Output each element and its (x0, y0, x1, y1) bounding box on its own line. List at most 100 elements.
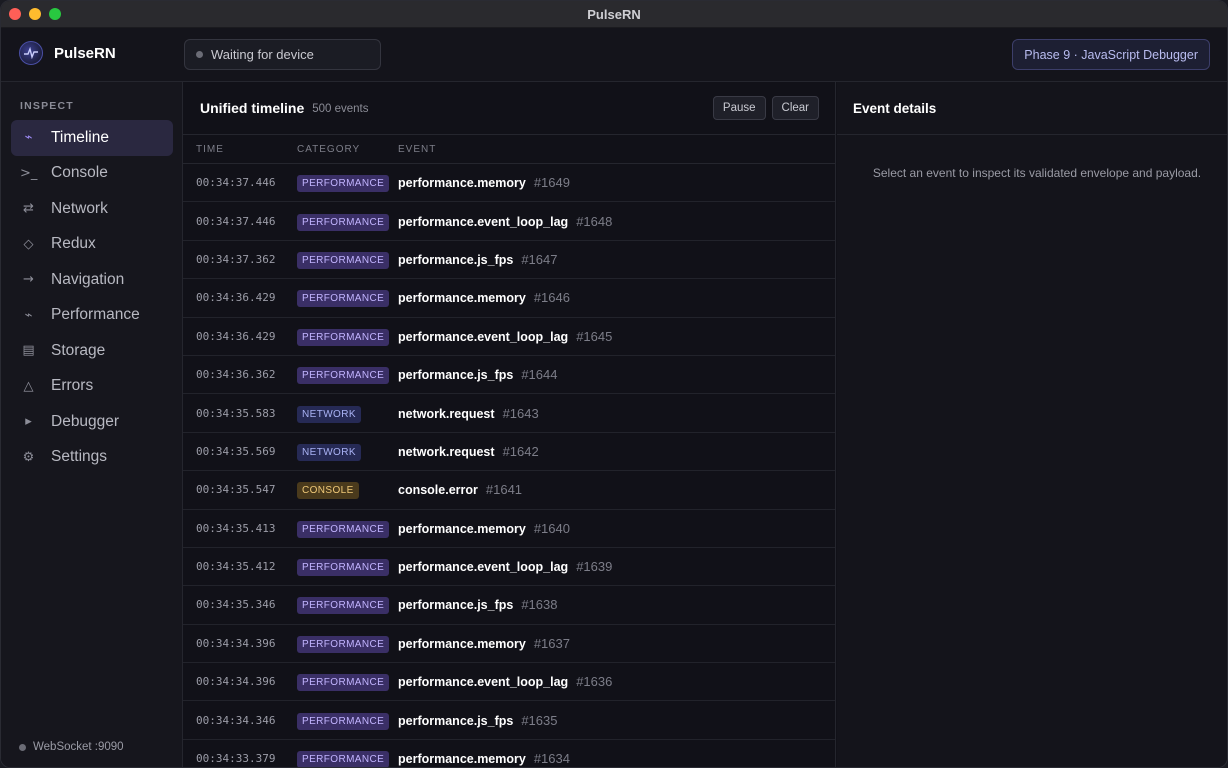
timeline-panel: Unified timeline 500 events Pause Clear … (183, 82, 836, 767)
table-row[interactable]: 00:34:34.346 PERFORMANCE performance.js_fp… (183, 701, 835, 740)
sidebar-item-performance[interactable]: ⌁ Performance (11, 298, 173, 334)
event-time: 00:34:35.412 (196, 560, 276, 574)
sidebar-item-debugger[interactable]: ▸ Debugger (11, 404, 173, 440)
event-name: performance.event_loop_lag (398, 560, 569, 575)
column-header-event[interactable]: EVENT (398, 144, 835, 155)
close-window-button[interactable] (9, 8, 21, 20)
category-cell: PERFORMANCE (297, 519, 398, 538)
column-header-time[interactable]: TIME (183, 144, 297, 155)
event-name: performance.memory (398, 176, 526, 191)
storage-icon: ▤ (22, 343, 35, 359)
category-badge: PERFORMANCE (297, 712, 390, 730)
event-cell: performance.memory #1649 (398, 175, 835, 190)
sidebar-item-label: Settings (51, 448, 108, 466)
sidebar-item-console[interactable]: >_ Console (11, 156, 173, 192)
pulse-icon: ⌁ (24, 307, 33, 323)
event-time: 00:34:37.446 (196, 176, 276, 190)
arrows-exchange-icon: ⇄ (23, 201, 34, 217)
table-row[interactable]: 00:34:35.412 PERFORMANCE performance.event… (183, 548, 835, 587)
table-row[interactable]: 00:34:36.362 PERFORMANCE performance.js_fp… (183, 356, 835, 395)
sidebar-item-errors[interactable]: △ Errors (11, 369, 173, 405)
event-name: performance.js_fps (398, 598, 514, 613)
event-name: network.request (398, 406, 495, 421)
event-cell: performance.js_fps #1647 (398, 252, 835, 267)
event-name: performance.js_fps (398, 252, 514, 267)
sidebar-item-label: Redux (51, 235, 96, 253)
clear-button[interactable]: Clear (771, 96, 819, 120)
event-name: performance.js_fps (398, 713, 514, 728)
event-id: #1643 (502, 405, 539, 421)
table-row[interactable]: 00:34:35.583 NETWORK network.request #1643 (183, 394, 835, 433)
event-time: 00:34:33.379 (196, 752, 276, 766)
sidebar-item-settings[interactable]: ⚙ Settings (11, 440, 173, 476)
sidebar-item-label: Navigation (51, 270, 125, 288)
table-row[interactable]: 00:34:36.429 PERFORMANCE performance.memor… (183, 279, 835, 318)
sidebar-item-label: Timeline (51, 128, 109, 146)
category-cell: PERFORMANCE (297, 173, 398, 193)
window-title: PulseRN (587, 6, 641, 22)
table-row[interactable]: 00:34:36.429 PERFORMANCE performance.event… (183, 318, 835, 356)
sidebar-item-label: Errors (51, 377, 94, 395)
pulse-icon: ⌁ (24, 130, 33, 146)
pause-button[interactable]: Pause (712, 96, 766, 120)
sidebar-item-label: Debugger (51, 412, 120, 430)
category-cell: PERFORMANCE (297, 212, 398, 231)
event-cell: performance.js_fps #1638 (398, 597, 835, 612)
event-cell: performance.event_loop_lag #1636 (398, 674, 835, 689)
details-title: Event details (837, 82, 1227, 135)
device-status-indicator[interactable]: Waiting for device (184, 39, 381, 70)
event-id: #1635 (521, 712, 558, 728)
category-badge: PERFORMANCE (297, 175, 390, 193)
timeline-rows: 00:34:37.446 PERFORMANCE performance.memor… (183, 164, 835, 767)
sidebar-item-navigation[interactable]: → Navigation (11, 262, 173, 298)
table-row[interactable]: 00:34:37.446 PERFORMANCE performance.event… (183, 202, 835, 241)
phase-badge[interactable]: Phase 9 · JavaScript Debugger (1012, 39, 1210, 70)
event-time: 00:34:34.396 (196, 675, 276, 689)
status-dot-icon (19, 743, 26, 751)
table-row[interactable]: 00:34:33.379 PERFORMANCE performance.memor… (183, 740, 835, 767)
event-id: #1641 (485, 482, 523, 498)
category-cell: PERFORMANCE (297, 711, 398, 730)
category-cell: NETWORK (297, 442, 398, 461)
sidebar-item-timeline[interactable]: ⌁ Timeline (11, 120, 173, 156)
event-id: #1649 (533, 175, 570, 191)
event-name: performance.event_loop_lag (398, 214, 569, 229)
status-dot-icon (196, 51, 203, 58)
table-header: TIME CATEGORY EVENT (183, 135, 835, 164)
minimize-window-button[interactable] (29, 8, 41, 20)
sidebar-item-redux[interactable]: ◇ Redux (11, 227, 173, 263)
table-row[interactable]: 00:34:35.547 CONSOLE console.error #1641 (183, 471, 835, 510)
title-bar: PulseRN (1, 1, 1227, 28)
event-time: 00:34:36.429 (196, 291, 276, 305)
column-header-category[interactable]: CATEGORY (297, 144, 398, 155)
category-cell: CONSOLE (297, 480, 398, 500)
category-badge: PERFORMANCE (297, 367, 390, 385)
timeline-actions: Pause Clear (712, 96, 819, 120)
warning-triangle-icon: △ (23, 378, 34, 394)
event-id: #1639 (576, 559, 613, 575)
table-row[interactable]: 00:34:37.446 PERFORMANCE performance.memor… (183, 164, 835, 203)
table-row[interactable]: 00:34:34.396 PERFORMANCE performance.memor… (183, 625, 835, 664)
zoom-window-button[interactable] (49, 8, 61, 20)
event-name: performance.memory (398, 291, 526, 306)
event-time: 00:34:35.569 (196, 444, 276, 458)
sidebar-item-network[interactable]: ⇄ Network (11, 191, 173, 227)
table-row[interactable]: 00:34:35.569 NETWORK network.request #1642 (183, 433, 835, 472)
table-row[interactable]: 00:34:35.346 PERFORMANCE performance.js_fp… (183, 586, 835, 625)
event-id: #1647 (521, 251, 558, 267)
category-cell: PERFORMANCE (297, 250, 398, 269)
sidebar-item-label: Performance (51, 306, 140, 324)
sidebar-item-label: Network (51, 199, 108, 217)
terminal-icon: >_ (20, 165, 38, 181)
event-time: 00:34:37.446 (196, 214, 276, 228)
table-row[interactable]: 00:34:34.396 PERFORMANCE performance.event… (183, 663, 835, 702)
category-badge: PERFORMANCE (297, 328, 390, 346)
table-row[interactable]: 00:34:35.413 PERFORMANCE performance.memor… (183, 510, 835, 548)
category-badge: PERFORMANCE (297, 520, 390, 538)
timeline-title: Unified timeline (200, 100, 305, 116)
sidebar-item-storage[interactable]: ▤ Storage (11, 333, 173, 369)
event-cell: performance.event_loop_lag #1645 (398, 329, 835, 344)
table-row[interactable]: 00:34:37.362 PERFORMANCE performance.js_fp… (183, 241, 835, 280)
window-controls (9, 8, 61, 20)
event-cell: performance.memory #1640 (398, 521, 835, 536)
